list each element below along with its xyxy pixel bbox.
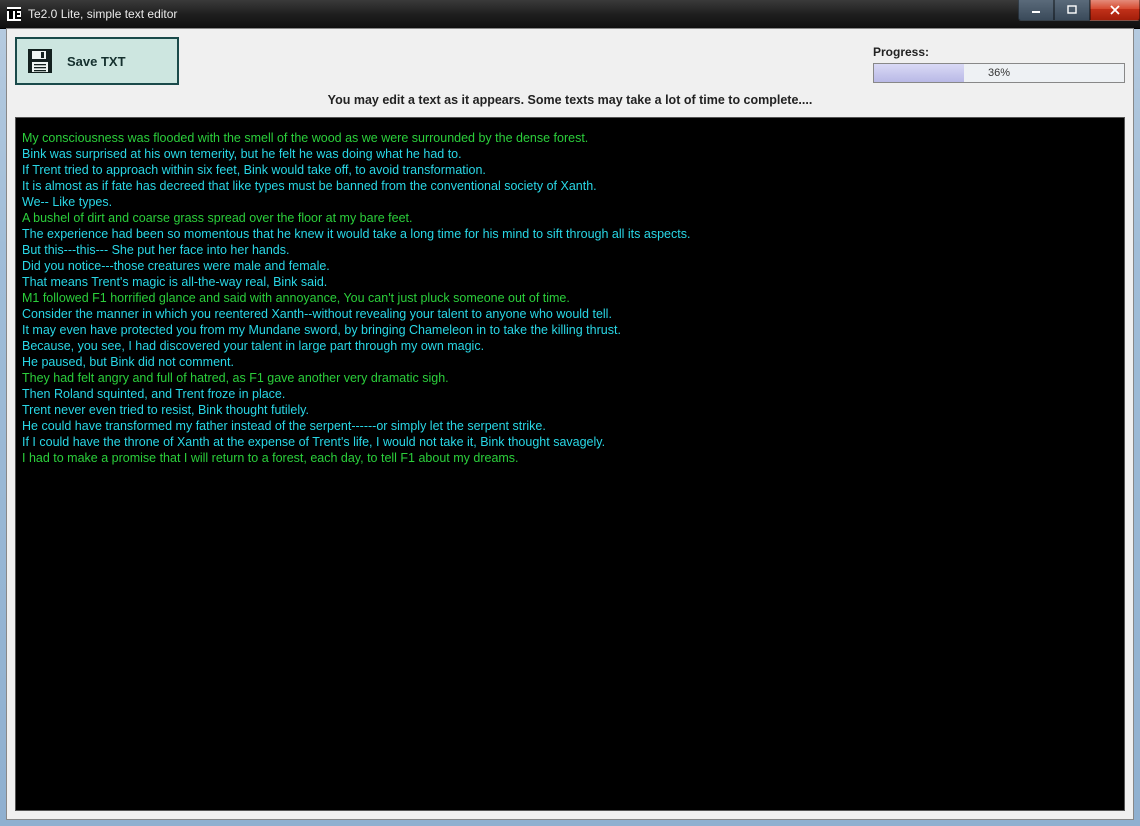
- editor-line[interactable]: It may even have protected you from my M…: [22, 322, 1118, 338]
- editor-line[interactable]: Then Roland squinted, and Trent froze in…: [22, 386, 1118, 402]
- editor-line[interactable]: The experience had been so momentous tha…: [22, 226, 1118, 242]
- maximize-icon: [1067, 5, 1077, 15]
- save-button-label: Save TXT: [67, 54, 126, 69]
- app-icon: [6, 6, 22, 22]
- close-icon: [1109, 5, 1121, 15]
- minimize-icon: [1031, 5, 1041, 15]
- save-txt-button[interactable]: Save TXT: [15, 37, 179, 85]
- editor-line[interactable]: That means Trent's magic is all-the-way …: [22, 274, 1118, 290]
- editor-line[interactable]: Did you notice---those creatures were ma…: [22, 258, 1118, 274]
- progress-text: 36%: [874, 64, 1124, 82]
- window-title: Te2.0 Lite, simple text editor: [28, 7, 177, 21]
- editor-line[interactable]: I had to make a promise that I will retu…: [22, 450, 1118, 466]
- editor-line[interactable]: My consciousness was flooded with the sm…: [22, 130, 1118, 146]
- editor-line[interactable]: M1 followed F1 horrified glance and said…: [22, 290, 1118, 306]
- title-bar: Te2.0 Lite, simple text editor: [0, 0, 1140, 29]
- editor-line[interactable]: But this---this--- She put her face into…: [22, 242, 1118, 258]
- editor-line[interactable]: He could have transformed my father inst…: [22, 418, 1118, 434]
- editor-line[interactable]: Consider the manner in which you reenter…: [22, 306, 1118, 322]
- editor-line[interactable]: Because, you see, I had discovered your …: [22, 338, 1118, 354]
- editor-line[interactable]: If I could have the throne of Xanth at t…: [22, 434, 1118, 450]
- close-button[interactable]: [1090, 0, 1140, 21]
- progress-label: Progress:: [873, 45, 1125, 59]
- window-controls: [1018, 0, 1140, 20]
- floppy-icon: [27, 48, 53, 74]
- editor-line[interactable]: If Trent tried to approach within six fe…: [22, 162, 1118, 178]
- editor-line[interactable]: He paused, but Bink did not comment.: [22, 354, 1118, 370]
- instruction-text: You may edit a text as it appears. Some …: [15, 93, 1125, 107]
- editor-line[interactable]: We-- Like types.: [22, 194, 1118, 210]
- editor-line[interactable]: They had felt angry and full of hatred, …: [22, 370, 1118, 386]
- minimize-button[interactable]: [1018, 0, 1054, 21]
- progress-bar: 36%: [873, 63, 1125, 83]
- editor-line[interactable]: Bink was surprised at his own temerity, …: [22, 146, 1118, 162]
- editor-line[interactable]: Trent never even tried to resist, Bink t…: [22, 402, 1118, 418]
- text-editor[interactable]: My consciousness was flooded with the sm…: [15, 117, 1125, 811]
- editor-line[interactable]: It is almost as if fate has decreed that…: [22, 178, 1118, 194]
- progress-section: Progress: 36%: [873, 45, 1125, 83]
- content-area: Save TXT Progress: 36% You may edit a te…: [15, 37, 1125, 811]
- window-frame: Save TXT Progress: 36% You may edit a te…: [6, 28, 1134, 820]
- maximize-button[interactable]: [1054, 0, 1090, 21]
- editor-line[interactable]: A bushel of dirt and coarse grass spread…: [22, 210, 1118, 226]
